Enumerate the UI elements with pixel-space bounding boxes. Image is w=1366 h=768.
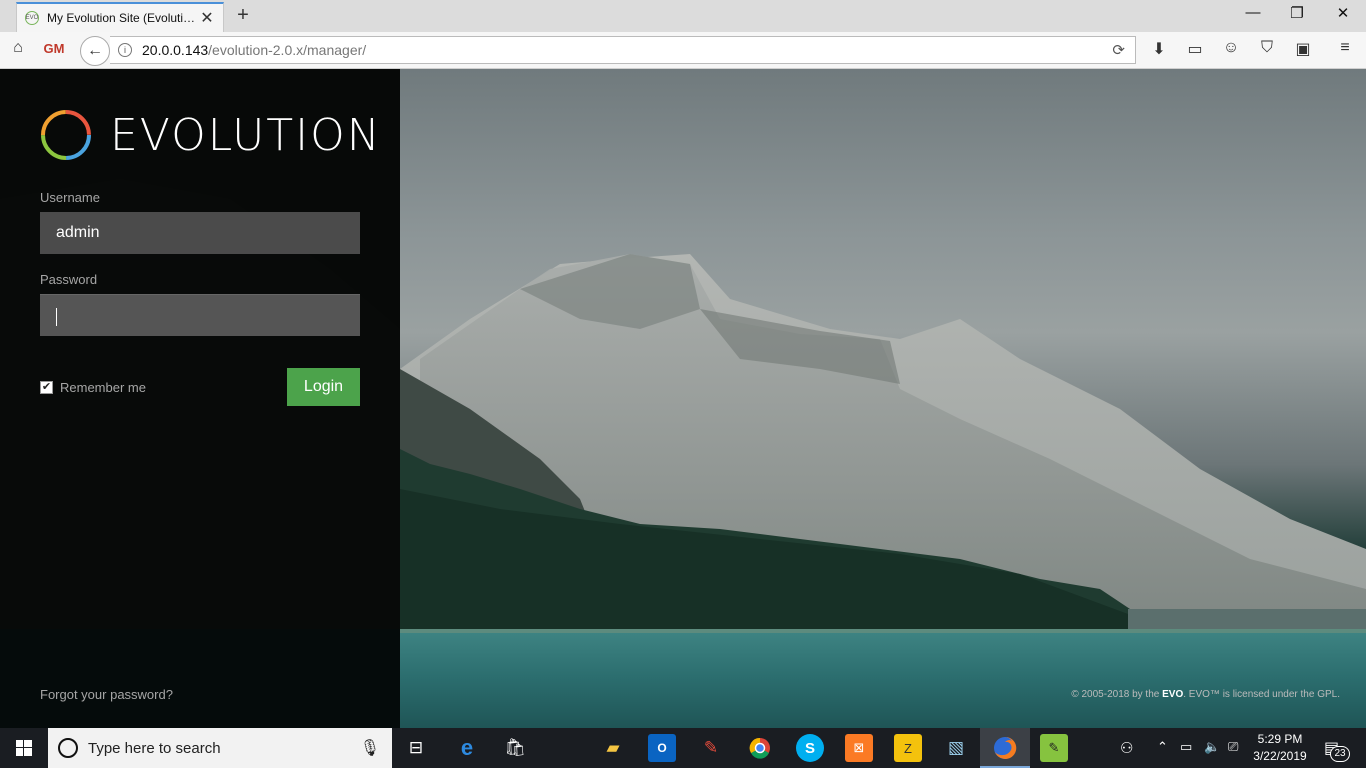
remember-label: Remember me (60, 380, 146, 395)
username-input[interactable] (40, 212, 360, 254)
copyright-post: . EVO™ is licensed under the GPL. (1183, 689, 1340, 700)
notification-count: 23 (1330, 746, 1350, 762)
chevron-up-icon[interactable]: ⌃ (1157, 739, 1168, 755)
evolution-logo: EVOLUTION (40, 109, 382, 161)
gm-icon[interactable]: GM (43, 41, 65, 56)
file-explorer-icon[interactable]: ▰ (599, 734, 627, 762)
clock-date: 3/22/2019 (1253, 749, 1307, 763)
task-view-icon[interactable]: ⊟ (402, 734, 430, 762)
new-tab-icon[interactable]: + (232, 4, 254, 27)
edge-icon[interactable]: e (453, 734, 481, 762)
taskbar-search[interactable]: Type here to search 🎙 (48, 728, 392, 768)
url-path: /evolution-2.0.x/manager/ (208, 42, 367, 58)
taskbar-clock[interactable]: 5:29 PM 3/22/2019 (1245, 731, 1315, 765)
browser-nav-bar: ⌂ GM ← i 20.0.0.143/evolution-2.0.x/mana… (0, 32, 1366, 69)
forgot-password-link[interactable]: Forgot your password? (40, 687, 173, 702)
tab-close-icon[interactable]: ✕ (199, 8, 215, 28)
close-window-icon[interactable]: ✕ (1328, 4, 1358, 22)
paint-icon[interactable]: ✎ (697, 734, 725, 762)
volume-icon[interactable]: 🔈 (1204, 739, 1220, 755)
copyright-brand[interactable]: EVO (1162, 689, 1183, 700)
restore-icon[interactable]: ❐ (1282, 4, 1312, 22)
notepad-icon[interactable]: ▧ (942, 734, 970, 762)
cortana-icon (58, 738, 78, 758)
home-icon[interactable]: ⌂ (7, 39, 29, 57)
network-icon[interactable]: ⎚ (1228, 739, 1238, 755)
back-button[interactable]: ← (80, 36, 110, 66)
people-icon[interactable]: ⚇ (1120, 739, 1133, 757)
xampp-icon[interactable]: ⊠ (845, 734, 873, 762)
login-panel: EVOLUTION Username Password ✔ Remember m… (0, 69, 400, 728)
notepadpp-icon[interactable]: ✎ (1040, 734, 1068, 762)
evolution-logo-icon (41, 110, 91, 160)
text-caret (56, 308, 57, 326)
download-icon[interactable]: ⬇ (1148, 39, 1170, 59)
url-host: 20.0.0.143 (142, 42, 209, 58)
screen-icon[interactable]: ▣ (1292, 39, 1314, 59)
battery-icon[interactable]: ▭ (1180, 739, 1192, 755)
clock-time: 5:29 PM (1257, 732, 1303, 746)
tab-title: My Evolution Site (Evoluti… (47, 11, 195, 25)
remember-me[interactable]: ✔ Remember me (40, 380, 146, 395)
firefox-icon[interactable] (991, 734, 1019, 762)
username-label: Username (40, 190, 100, 205)
start-button[interactable] (0, 728, 48, 768)
windows-icon (16, 740, 32, 756)
pocket-icon[interactable]: ⛉ (1256, 39, 1278, 57)
password-label: Password (40, 272, 98, 287)
remember-checkbox[interactable]: ✔ (40, 381, 53, 394)
back-icon: ← (87, 42, 103, 59)
reload-icon[interactable]: ⟳ (1112, 41, 1125, 59)
taskbar: Type here to search 🎙 ⊟ e 🛍 ▰ O ✎ S ⊠ Z … (0, 728, 1366, 768)
copyright-text: © 2005-2018 by the EVO. EVO™ is licensed… (1071, 689, 1340, 700)
browser-tab-bar: EVO My Evolution Site (Evoluti… ✕ + — ❐ … (0, 0, 1366, 32)
filezilla-icon[interactable]: Z (894, 734, 922, 762)
search-placeholder: Type here to search (88, 739, 221, 757)
logo-text: EVOLUTION (110, 109, 382, 161)
skype-icon[interactable]: S (796, 734, 824, 762)
reader-icon[interactable]: ▭ (1184, 39, 1206, 59)
evo-favicon-icon: EVO (25, 11, 39, 25)
copyright-pre: © 2005-2018 by the (1071, 689, 1163, 700)
browser-tab[interactable]: EVO My Evolution Site (Evoluti… ✕ (16, 2, 224, 32)
chrome-icon[interactable] (746, 734, 774, 762)
menu-icon[interactable]: ≡ (1334, 39, 1356, 57)
chat-icon[interactable]: ☺ (1220, 39, 1242, 57)
url-bar[interactable]: i 20.0.0.143/evolution-2.0.x/manager/ ⟳ (110, 36, 1136, 64)
microphone-icon[interactable]: 🎙 (360, 738, 380, 758)
login-page: EVOLUTION Username Password ✔ Remember m… (0, 69, 1366, 728)
login-button[interactable]: Login (287, 368, 360, 406)
password-input[interactable] (40, 294, 360, 336)
minimize-icon[interactable]: — (1238, 4, 1268, 21)
info-icon[interactable]: i (118, 43, 132, 57)
store-icon[interactable]: 🛍 (501, 734, 529, 762)
outlook-icon[interactable]: O (648, 734, 676, 762)
